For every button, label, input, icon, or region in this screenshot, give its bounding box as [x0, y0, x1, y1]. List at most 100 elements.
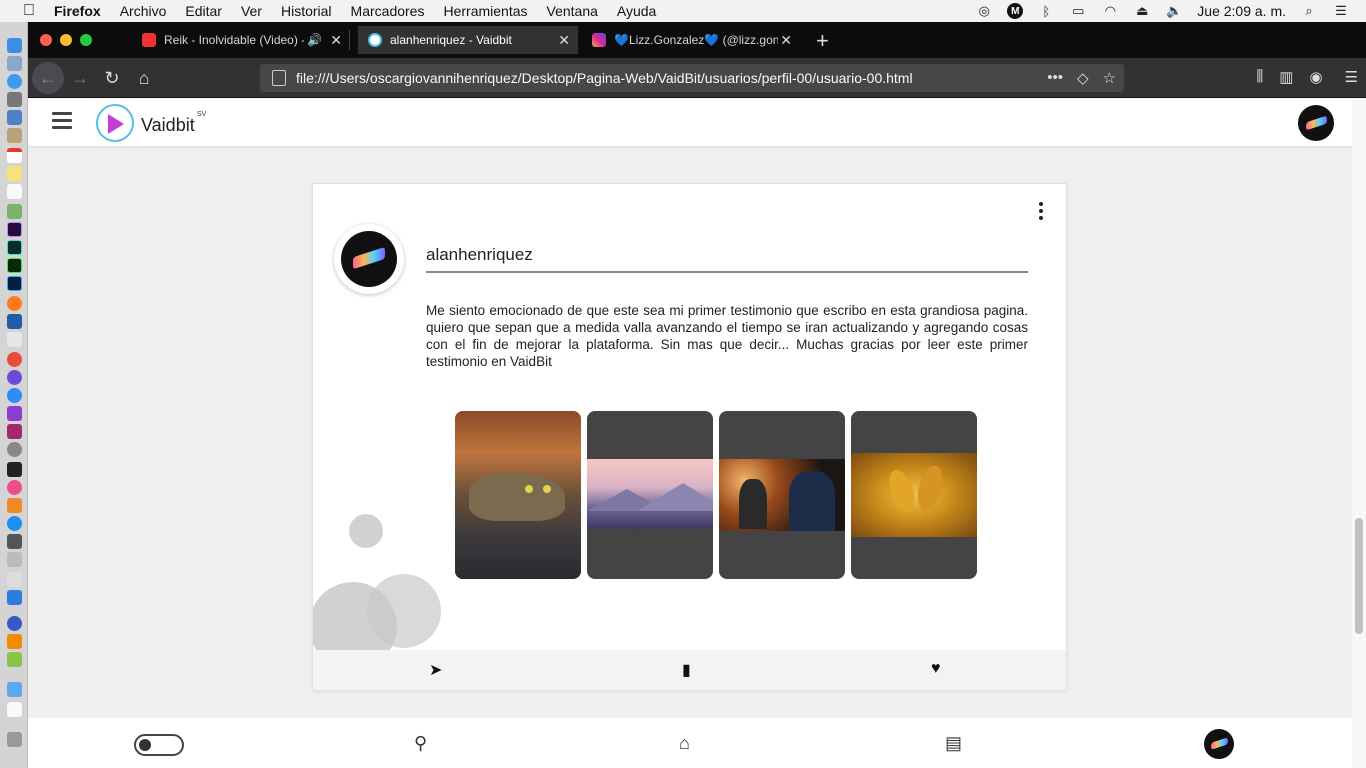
rocket-icon[interactable] [7, 92, 22, 107]
pocket-icon[interactable]: ◇ [1077, 69, 1089, 87]
textedit-icon[interactable] [7, 332, 22, 347]
vaidbit-logo[interactable] [96, 104, 134, 142]
help-icon[interactable] [7, 572, 22, 587]
circle-app-icon[interactable] [7, 442, 22, 457]
heart-icon[interactable]: ♥ [931, 660, 941, 678]
finder-icon[interactable] [7, 38, 22, 53]
menu-ventana[interactable]: Ventana [547, 3, 598, 19]
app-blue-icon[interactable] [7, 314, 22, 329]
launchpad-icon[interactable] [7, 56, 22, 71]
spotlight-search-icon[interactable]: ⌕ [1300, 3, 1318, 18]
notes-icon[interactable] [7, 166, 22, 181]
premiere-icon[interactable] [7, 222, 22, 237]
safari-icon[interactable] [7, 74, 22, 89]
notification-center-icon[interactable]: ☰ [1332, 3, 1350, 18]
appstore-icon[interactable] [7, 516, 22, 531]
camera-icon[interactable] [7, 534, 22, 549]
tab-instagram[interactable]: 💙Lizz.Gonzalez💙 (@lizz.gonz ✕ [582, 26, 800, 54]
gmail-tray-icon[interactable]: M [1007, 3, 1024, 19]
menu-ayuda[interactable]: Ayuda [617, 3, 656, 19]
wifi-icon[interactable]: ◠ [1101, 3, 1119, 18]
vlc-icon[interactable] [7, 634, 22, 649]
disk-icon[interactable] [7, 552, 22, 567]
account-icon[interactable]: ◉ [1309, 68, 1322, 86]
contacts-icon[interactable] [7, 128, 22, 143]
gallery-image-autumn-leaves[interactable] [851, 411, 977, 579]
airplay-icon[interactable]: ▭ [1069, 3, 1087, 18]
window-zoom-button[interactable] [80, 34, 92, 46]
profile-avatar[interactable] [1298, 105, 1334, 141]
reminders-icon[interactable] [7, 184, 22, 199]
bookmark-star-icon[interactable]: ☆ [1103, 69, 1116, 87]
audition-icon[interactable] [7, 240, 22, 255]
page-actions-icon[interactable]: ••• [1047, 69, 1063, 87]
clock[interactable]: Jue 2:09 a. m. [1197, 3, 1286, 19]
chrome-icon[interactable] [7, 352, 22, 367]
page-scrollbar[interactable] [1352, 98, 1366, 768]
terminal-icon[interactable] [7, 462, 22, 477]
home-nav-icon[interactable]: ⌂ [679, 733, 690, 754]
gallery-image-mountains[interactable] [587, 411, 713, 579]
menu-editar[interactable]: Editar [185, 3, 222, 19]
menu-icon[interactable]: ☰ [1345, 68, 1358, 86]
preview-icon[interactable] [7, 204, 22, 219]
bookmark-icon[interactable]: ▮ [682, 660, 691, 680]
scrollbar-thumb[interactable] [1355, 518, 1363, 634]
trash-icon[interactable] [7, 732, 22, 747]
folder-icon[interactable] [7, 682, 22, 697]
menu-herramientas[interactable]: Herramientas [443, 3, 527, 19]
bottom-profile-avatar[interactable] [1204, 729, 1234, 759]
send-icon[interactable]: ➤ [429, 660, 442, 680]
post-username[interactable]: alanhenriquez [426, 245, 533, 265]
bluetooth-icon[interactable]: ᛒ [1037, 4, 1055, 19]
document-icon[interactable] [7, 702, 22, 717]
url-text[interactable]: file:///Users/oscargiovannihenriquez/Des… [296, 70, 913, 86]
browser-icon[interactable] [7, 616, 22, 631]
url-bar[interactable]: file:///Users/oscargiovannihenriquez/Des… [260, 64, 1124, 92]
hamburger-menu-icon[interactable] [52, 112, 72, 129]
post-avatar[interactable] [334, 224, 404, 294]
photoshop-icon[interactable] [7, 276, 22, 291]
speaker-icon[interactable]: 🔊 [307, 33, 322, 47]
more-options-icon[interactable] [1038, 202, 1044, 222]
gallery-image-concert[interactable] [719, 411, 845, 579]
home-icon[interactable]: ⌂ [130, 64, 158, 92]
tab-youtube[interactable]: Reik - Inolvidable (Video) - 🔊 ✕ [132, 26, 350, 54]
library-icon[interactable]: ⫼ [1256, 68, 1263, 86]
books-icon[interactable] [7, 498, 22, 513]
window-minimize-button[interactable] [60, 34, 72, 46]
xcode-icon[interactable] [7, 590, 22, 605]
reload-icon[interactable]: ↻ [98, 64, 126, 92]
menu-ver[interactable]: Ver [241, 3, 262, 19]
close-tab-icon[interactable]: ✕ [558, 32, 570, 49]
volume-icon[interactable]: 🔈 [1165, 3, 1183, 18]
yoast-icon[interactable] [7, 424, 22, 439]
photo-icon[interactable] [7, 110, 22, 125]
messenger-icon[interactable] [7, 388, 22, 403]
creative-cloud-icon[interactable]: ◎ [975, 3, 993, 18]
itunes-icon[interactable] [7, 480, 22, 495]
dreamweaver-icon[interactable] [7, 258, 22, 273]
search-icon[interactable]: ⚲ [414, 733, 427, 754]
sidebar-icon[interactable]: ▥ [1279, 68, 1293, 86]
menu-app-firefox[interactable]: Firefox [54, 3, 101, 19]
menu-historial[interactable]: Historial [281, 3, 332, 19]
menu-archivo[interactable]: Archivo [120, 3, 167, 19]
forward-arrow-icon[interactable]: → [66, 64, 94, 92]
purple-app-icon[interactable] [7, 406, 22, 421]
eject-icon[interactable]: ⏏ [1133, 3, 1151, 18]
theme-toggle[interactable] [134, 734, 184, 756]
calendar-icon[interactable] [7, 148, 22, 163]
window-close-button[interactable] [40, 34, 52, 46]
tab-vaidbit[interactable]: alanhenriquez - Vaidbit ✕ [358, 26, 578, 54]
brand-name[interactable]: Vaidbit [141, 115, 195, 136]
color-app-icon[interactable] [7, 370, 22, 385]
firefox-icon[interactable] [7, 296, 22, 311]
android-icon[interactable] [7, 652, 22, 667]
notebook-icon[interactable]: ▤ [945, 733, 962, 754]
menu-marcadores[interactable]: Marcadores [351, 3, 425, 19]
close-tab-icon[interactable]: ✕ [780, 32, 792, 49]
apple-menu-icon[interactable]:  [14, 2, 44, 20]
gallery-image-cat[interactable] [455, 411, 581, 579]
new-tab-button[interactable]: + [816, 28, 829, 54]
